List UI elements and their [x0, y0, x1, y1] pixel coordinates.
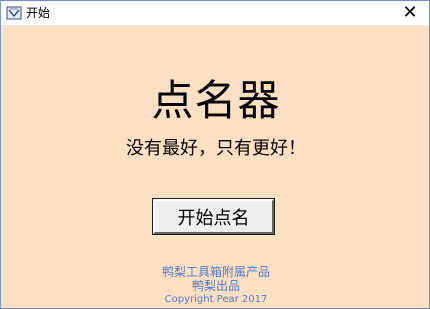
main-window: 开始 ✕ 点名器 没有最好，只有更好！ 开始点名 鸭梨工具箱附属产品 鸭梨出品 … [0, 0, 430, 309]
slogan-text: 没有最好，只有更好！ [126, 138, 306, 159]
footer-product-text: 鸭梨工具箱附属产品 [161, 265, 270, 279]
titlebar: 开始 ✕ [1, 1, 429, 26]
footer: 鸭梨工具箱附属产品 鸭梨出品 Copyright Pear 2017 [1, 265, 429, 306]
content-area: 点名器 没有最好，只有更好！ 开始点名 鸭梨工具箱附属产品 鸭梨出品 Copyr… [1, 25, 429, 308]
window-title: 开始 [26, 6, 51, 20]
main-title: 点名器 [151, 76, 281, 125]
footer-brand-text: 鸭梨出品 [191, 279, 240, 293]
copyright-text: Copyright Pear 2017 [164, 294, 268, 305]
app-icon [6, 5, 22, 21]
close-icon: ✕ [402, 2, 418, 23]
close-button[interactable]: ✕ [395, 1, 425, 25]
start-roll-call-button[interactable]: 开始点名 [152, 198, 275, 235]
start-roll-call-label: 开始点名 [177, 207, 250, 228]
